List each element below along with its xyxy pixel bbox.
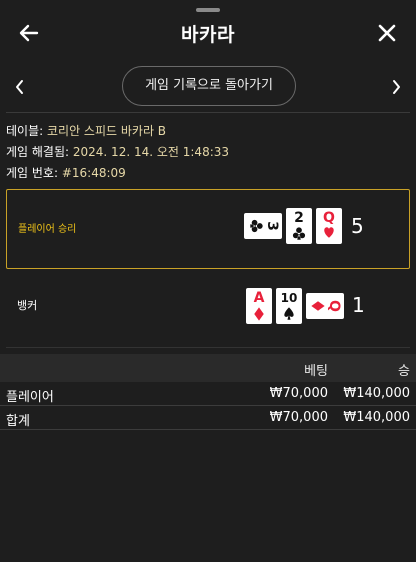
hearts-suit-icon — [324, 227, 334, 238]
card-rank: A — [254, 290, 265, 306]
banker-score: 1 — [352, 293, 365, 317]
game-number-label: 게임 번호: — [6, 166, 59, 180]
banker-label: 뱅커 — [17, 299, 38, 312]
page-title: 바카라 — [181, 24, 235, 46]
divider — [6, 347, 410, 348]
player-result-box: 플레이어 승리 3 2 Q 5 — [6, 189, 410, 269]
table-value: 코리안 스피드 바카라 B — [47, 124, 167, 138]
win-amount: ₩140,000 — [343, 386, 410, 401]
diamonds-suit-icon — [254, 307, 264, 321]
bet-name: 플레이어 — [6, 390, 54, 405]
resolved-label: 게임 해결됨: — [6, 145, 70, 159]
playing-card: 2 — [286, 208, 312, 244]
game-number-value: #16:48:09 — [61, 166, 126, 180]
playing-card: Q — [316, 208, 342, 244]
card-rank: Q — [326, 300, 342, 312]
divider — [6, 112, 410, 113]
table-row: 플레이어 ₩70,000 ₩140,000 — [0, 382, 416, 406]
bets-table-header: 베팅 승 — [0, 354, 416, 382]
resolved-value: 2024. 12. 14. 오전 1:48:33 — [72, 145, 230, 159]
card-rank: 10 — [281, 291, 298, 305]
bets-table: 베팅 승 플레이어 ₩70,000 ₩140,000 합계 ₩70,000 ₩1… — [0, 354, 416, 430]
card-rank: 3 — [264, 221, 280, 231]
close-icon[interactable] — [374, 20, 400, 46]
clubs-suit-icon — [292, 227, 306, 240]
total-bet: ₩70,000 — [269, 410, 328, 425]
spades-suit-icon — [284, 307, 294, 320]
sheet-grabber-handle[interactable] — [196, 8, 220, 12]
diamonds-suit-icon — [311, 301, 325, 311]
card-rank: 2 — [294, 210, 304, 226]
bet-amount: ₩70,000 — [269, 386, 328, 401]
game-info: 테이블: 코리안 스피드 바카라 B 게임 해결됨: 2024. 12. 14.… — [6, 121, 229, 184]
resolved-info-row: 게임 해결됨: 2024. 12. 14. 오전 1:48:33 — [6, 142, 229, 163]
back-to-history-button[interactable]: 게임 기록으로 돌아가기 — [122, 66, 296, 106]
game-number-row: 게임 번호: #16:48:09 — [6, 163, 229, 184]
player-score: 5 — [351, 214, 364, 238]
win-column-header: 승 — [398, 364, 410, 379]
bet-column-header: 베팅 — [304, 364, 328, 379]
clubs-suit-icon — [250, 219, 263, 233]
player-win-label: 플레이어 승리 — [18, 224, 77, 235]
playing-card: 10 — [276, 288, 302, 324]
total-label: 합계 — [6, 414, 30, 429]
chevron-right-icon[interactable] — [386, 76, 406, 98]
total-win: ₩140,000 — [343, 410, 410, 425]
playing-card: 3 — [244, 213, 282, 239]
total-row: 합계 ₩70,000 ₩140,000 — [0, 406, 416, 430]
header: 바카라 — [0, 14, 416, 54]
table-label: 테이블: — [6, 124, 44, 138]
table-info-row: 테이블: 코리안 스피드 바카라 B — [6, 121, 229, 142]
game-navigation: 게임 기록으로 돌아가기 — [0, 66, 416, 108]
playing-card: A — [246, 288, 272, 324]
playing-card: Q — [306, 293, 344, 319]
banker-result-box: 뱅커 A 10 Q 1 — [6, 273, 410, 353]
card-rank: Q — [323, 210, 335, 226]
chevron-left-icon[interactable] — [10, 76, 30, 98]
